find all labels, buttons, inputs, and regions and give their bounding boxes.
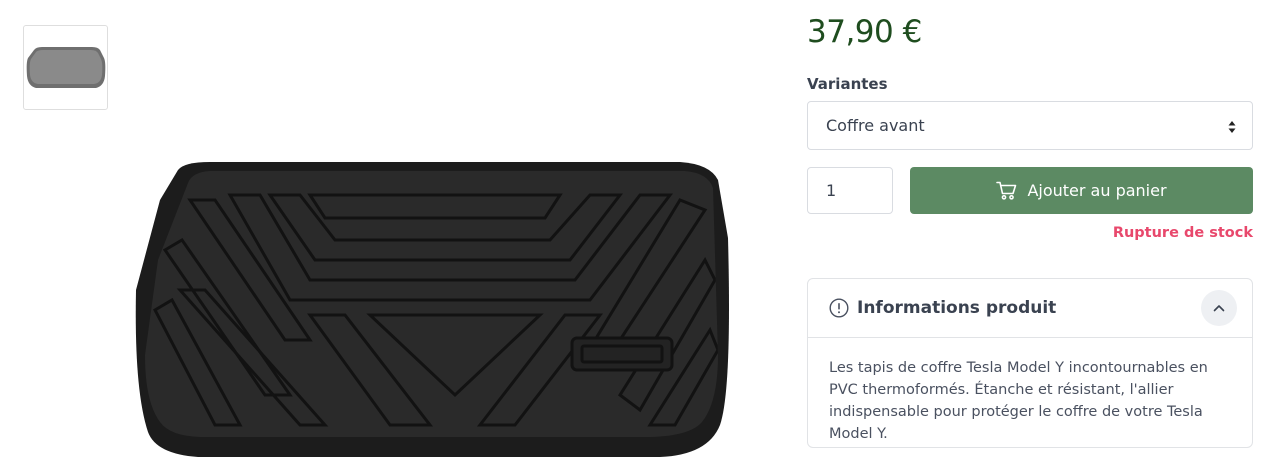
variant-selected-value: Coffre avant [826,116,925,135]
cart-icon [996,181,1017,200]
collapse-button[interactable] [1201,290,1237,326]
product-description: Les tapis de coffre Tesla Model Y incont… [829,360,1208,442]
product-main-image [120,140,735,467]
stock-status: Rupture de stock [1112,225,1253,241]
variant-select[interactable]: Coffre avant [807,101,1253,150]
quantity-input[interactable] [807,167,893,214]
product-thumbnail[interactable] [23,25,108,110]
add-to-cart-button[interactable]: Ajouter au panier [910,167,1253,214]
product-info-card: Informations produit Les tapis de coffre… [807,278,1253,448]
product-info-title: Informations produit [857,298,1057,318]
sort-arrows-icon [1228,121,1236,133]
info-circle-icon [829,298,849,318]
product-price: 37,90 € [807,14,922,50]
thumbnail-image [26,46,105,88]
add-to-cart-label: Ajouter au panier [1027,181,1167,200]
product-info-header[interactable]: Informations produit [808,279,1252,338]
variants-label: Variantes [807,75,888,93]
chevron-up-icon [1213,305,1225,312]
